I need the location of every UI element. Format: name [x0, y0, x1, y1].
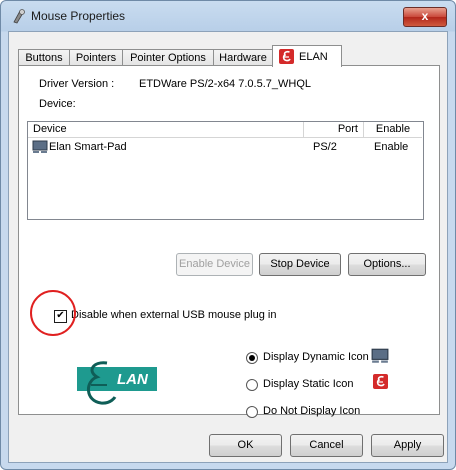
- dialog-body: Buttons Pointers Pointer Options Hardwar…: [8, 31, 448, 463]
- mouse-properties-window: Mouse Properties x Buttons Pointers Poin…: [0, 0, 456, 470]
- column-header-device[interactable]: Device: [33, 123, 67, 135]
- highlight-annotation: [30, 290, 76, 336]
- close-icon: x: [421, 9, 429, 23]
- apply-button[interactable]: Apply: [371, 434, 444, 457]
- stop-device-button[interactable]: Stop Device: [259, 253, 341, 276]
- disable-usb-label[interactable]: Disable when external USB mouse plug in: [71, 309, 276, 321]
- close-button[interactable]: x: [403, 7, 447, 27]
- title-bar[interactable]: Mouse Properties x: [1, 1, 455, 31]
- tab-elan[interactable]: ELAN: [272, 45, 342, 67]
- no-icon-label[interactable]: Do Not Display Icon: [263, 405, 360, 417]
- device-list[interactable]: Device Port Enable Elan Smart-Pad PS/2 E…: [27, 121, 424, 220]
- tab-pointer-options[interactable]: Pointer Options: [122, 49, 214, 66]
- tab-hardware[interactable]: Hardware: [213, 49, 273, 66]
- column-header-port[interactable]: Port: [308, 123, 358, 135]
- device-name: Elan Smart-Pad: [49, 141, 127, 153]
- elan-logo-icon: [373, 374, 388, 389]
- device-label: Device:: [39, 98, 76, 110]
- list-item[interactable]: Elan Smart-Pad PS/2 Enable: [28, 139, 422, 155]
- dynamic-icon-radio[interactable]: [246, 352, 258, 364]
- elan-logo-text: LAN: [117, 371, 148, 388]
- driver-version-value: ETDWare PS/2-x64 7.0.5.7_WHQL: [139, 78, 311, 90]
- tab-elan-label: ELAN: [299, 51, 328, 63]
- no-icon-radio[interactable]: [246, 406, 258, 418]
- touchpad-icon: [371, 348, 389, 363]
- dynamic-icon-label[interactable]: Display Dynamic Icon: [263, 351, 369, 363]
- elan-panel: Driver Version : ETDWare PS/2-x64 7.0.5.…: [18, 65, 440, 418]
- static-icon-label[interactable]: Display Static Icon: [263, 378, 353, 390]
- driver-version-label: Driver Version :: [39, 78, 115, 90]
- mouse-pointer-icon: [13, 9, 25, 24]
- tab-buttons[interactable]: Buttons: [18, 49, 70, 66]
- device-enable-status: Enable: [374, 141, 409, 153]
- elan-logo-icon: [279, 49, 294, 64]
- options-button[interactable]: Options...: [348, 253, 426, 276]
- static-icon-radio[interactable]: [246, 379, 258, 391]
- device-port: PS/2: [313, 141, 337, 153]
- column-divider: [303, 122, 304, 137]
- column-header-enable[interactable]: Enable: [368, 123, 418, 135]
- ok-button[interactable]: OK: [209, 434, 282, 457]
- touchpad-icon: [32, 140, 48, 153]
- window-title: Mouse Properties: [31, 9, 126, 23]
- enable-device-button[interactable]: Enable Device: [176, 253, 253, 276]
- column-divider: [363, 122, 364, 137]
- cancel-button[interactable]: Cancel: [290, 434, 363, 457]
- tab-pointers[interactable]: Pointers: [69, 49, 123, 66]
- elan-logo: LAN: [77, 359, 157, 407]
